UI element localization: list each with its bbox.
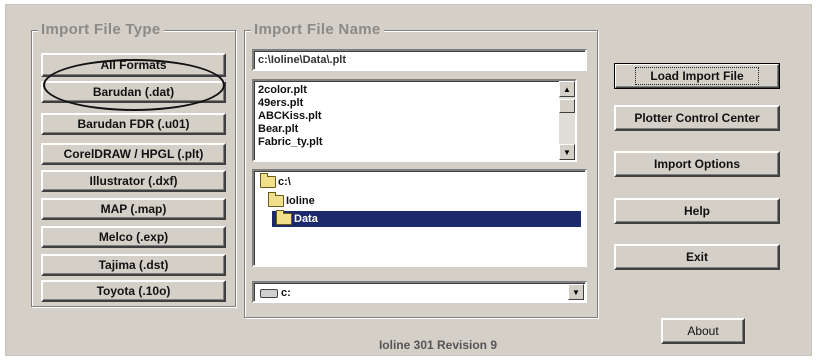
import-dialog: Import File Type All Formats Barudan (.d…: [5, 4, 812, 356]
format-button-toyota[interactable]: Toyota (.10o): [41, 280, 226, 302]
format-button-barudan-dat[interactable]: Barudan (.dat): [41, 81, 226, 103]
drive-select[interactable]: c: ▼: [252, 281, 587, 303]
directory-item-ioline[interactable]: Ioline: [268, 192, 319, 209]
about-button[interactable]: About: [661, 318, 745, 344]
load-import-file-label: Load Import File: [635, 67, 759, 85]
file-list-item[interactable]: 49ers.plt: [254, 97, 575, 110]
folder-open-icon: [260, 173, 276, 188]
scroll-down-icon[interactable]: ▼: [559, 144, 575, 160]
version-status: Ioline 301 Revision 9: [378, 338, 498, 352]
file-list[interactable]: 2color.plt 49ers.plt ABCKiss.plt Bear.pl…: [252, 79, 577, 162]
import-options-button[interactable]: Import Options: [614, 151, 780, 177]
folder-open-icon: [276, 210, 292, 225]
drive-value: c:: [260, 285, 291, 301]
exit-button[interactable]: Exit: [614, 244, 780, 270]
import-file-name-legend: Import File Name: [251, 21, 384, 38]
format-button-tajima[interactable]: Tajima (.dst): [41, 254, 226, 276]
scroll-thumb[interactable]: [559, 99, 575, 113]
format-button-all-formats[interactable]: All Formats: [41, 53, 226, 77]
directory-label: Ioline: [286, 195, 315, 207]
format-button-illustrator[interactable]: Illustrator (.dxf): [41, 170, 226, 192]
load-import-file-button[interactable]: Load Import File: [614, 63, 780, 89]
file-path-input[interactable]: c:\Ioline\Data\.plt: [252, 49, 587, 71]
import-file-type-legend: Import File Type: [38, 21, 164, 38]
file-list-scrollbar[interactable]: ▲ ▼: [559, 81, 575, 160]
folder-open-icon: [268, 192, 284, 207]
file-list-item[interactable]: Fabric_ty.plt: [254, 136, 575, 149]
drive-icon: [260, 288, 278, 298]
dropdown-arrow-icon[interactable]: ▼: [568, 284, 584, 300]
directory-tree[interactable]: c:\ Ioline Data: [252, 169, 587, 267]
format-button-map[interactable]: MAP (.map): [41, 198, 226, 220]
plotter-control-center-button[interactable]: Plotter Control Center: [614, 105, 780, 131]
format-button-melco[interactable]: Melco (.exp): [41, 226, 226, 248]
file-list-item[interactable]: ABCKiss.plt: [254, 110, 575, 123]
drive-label: c:: [281, 287, 291, 299]
format-button-coreldraw-hpgl[interactable]: CorelDRAW / HPGL (.plt): [41, 143, 226, 165]
directory-label: Data: [294, 213, 318, 225]
file-list-item[interactable]: 2color.plt: [254, 84, 575, 97]
scroll-up-icon[interactable]: ▲: [559, 81, 575, 97]
help-button[interactable]: Help: [614, 198, 780, 224]
directory-item-root[interactable]: c:\: [260, 173, 295, 190]
file-path-value: c:\Ioline\Data\.plt: [258, 54, 347, 66]
file-list-item[interactable]: Bear.plt: [254, 123, 575, 136]
directory-item-data[interactable]: Data: [272, 210, 581, 227]
directory-label: c:\: [278, 176, 291, 188]
format-button-barudan-fdr[interactable]: Barudan FDR (.u01): [41, 113, 226, 135]
